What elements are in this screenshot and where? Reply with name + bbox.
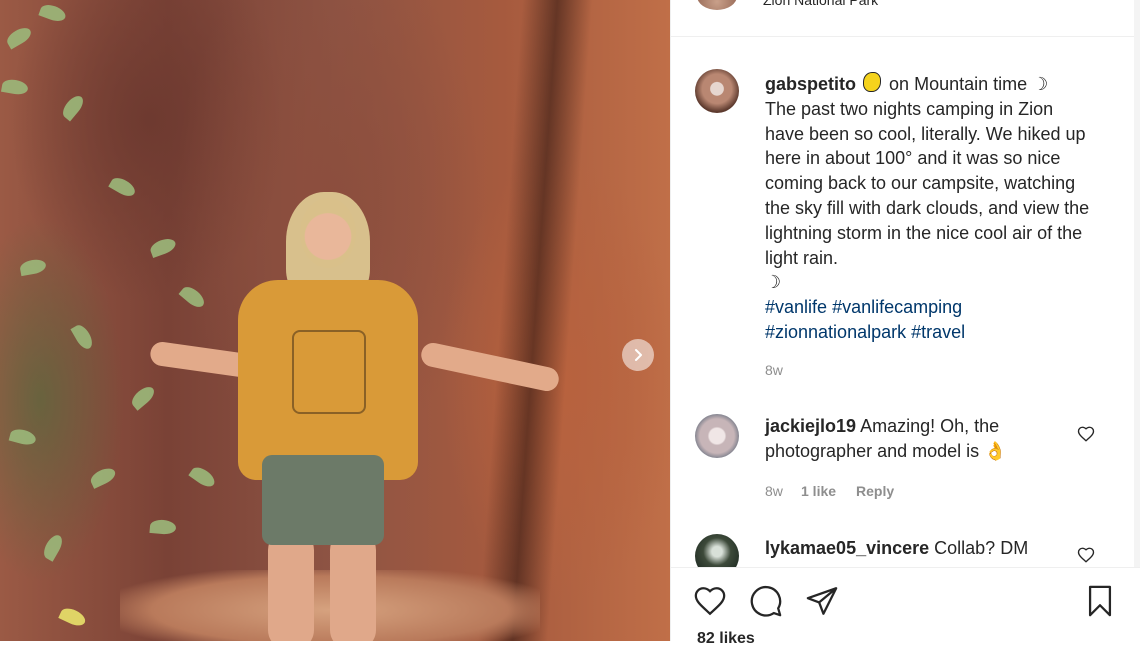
comment-item: lykamae05_vincere Collab? DM xyxy=(765,536,1065,561)
heart-icon[interactable] xyxy=(1077,425,1095,443)
action-bar: 82 likes xyxy=(671,567,1140,647)
leaf xyxy=(38,1,68,25)
person-shorts xyxy=(262,455,384,545)
lemon-emoji-icon xyxy=(863,72,882,92)
leaf xyxy=(8,426,38,448)
leaf xyxy=(128,383,158,411)
moon-glyph: ☽ xyxy=(1032,74,1049,94)
rock-crevice xyxy=(477,0,593,641)
leaf xyxy=(108,174,138,200)
heart-icon[interactable] xyxy=(1077,546,1095,564)
post-detail-panel: Zion National Park gabspetito on Mountai… xyxy=(670,0,1140,647)
comment-likes[interactable]: 1 like xyxy=(801,483,836,499)
post-photo[interactable] xyxy=(0,0,670,641)
hashtag-travel[interactable]: #travel xyxy=(911,322,965,342)
leaf xyxy=(148,235,178,259)
caption-intro: on Mountain time xyxy=(889,74,1033,94)
leaf xyxy=(149,518,177,536)
share-icon[interactable] xyxy=(805,584,839,618)
hashtag-vanlifecamping[interactable]: #vanlifecamping xyxy=(832,297,962,317)
comment-username[interactable]: jackiejlo19 xyxy=(765,416,856,436)
heart-icon[interactable] xyxy=(693,584,727,618)
leaf xyxy=(88,465,118,489)
person-face xyxy=(300,198,356,268)
moon-glyph-end: ☽ xyxy=(765,272,782,293)
hashtag-vanlife[interactable]: #vanlife xyxy=(765,297,827,317)
comment-item: jackiejlo19 Amazing! Oh, the photographe… xyxy=(765,414,1065,464)
location-link[interactable]: Zion National Park xyxy=(763,0,878,8)
chevron-right-icon xyxy=(635,349,642,361)
bookmark-icon[interactable] xyxy=(1083,584,1117,618)
panel-scrollbar[interactable] xyxy=(1134,0,1140,567)
leaf xyxy=(0,77,30,97)
leaf xyxy=(70,322,96,352)
leaf xyxy=(188,463,218,491)
next-photo-button[interactable] xyxy=(622,339,654,371)
shirt-print xyxy=(292,330,366,414)
leaf xyxy=(178,283,208,311)
comment-age[interactable]: 8w xyxy=(765,483,783,499)
leaf xyxy=(4,24,34,50)
commenter-avatar[interactable] xyxy=(695,414,739,458)
caption-body: The past two nights camping in Zion have… xyxy=(765,98,1090,268)
comment-icon[interactable] xyxy=(749,584,783,618)
caption-age[interactable]: 8w xyxy=(765,362,783,378)
comment-text: Collab? DM xyxy=(934,538,1029,558)
caption-username[interactable]: gabspetito xyxy=(765,74,856,94)
hashtag-zionnationalpark[interactable]: #zionnationalpark xyxy=(765,322,906,342)
leaf xyxy=(59,92,87,122)
person-leg-left xyxy=(268,530,314,641)
post-header: Zion National Park xyxy=(671,0,1140,37)
leaf xyxy=(40,532,66,562)
person-leg-right xyxy=(330,530,376,641)
author-avatar[interactable] xyxy=(697,0,737,10)
caption-author-avatar[interactable] xyxy=(695,69,739,113)
leaf xyxy=(58,605,88,629)
comment-username[interactable]: lykamae05_vincere xyxy=(765,538,929,558)
leaf xyxy=(18,257,48,277)
caption: gabspetito on Mountain time ☽ The past t… xyxy=(765,72,1095,345)
reply-button[interactable]: Reply xyxy=(856,483,894,499)
likes-count[interactable]: 82 likes xyxy=(697,630,755,648)
